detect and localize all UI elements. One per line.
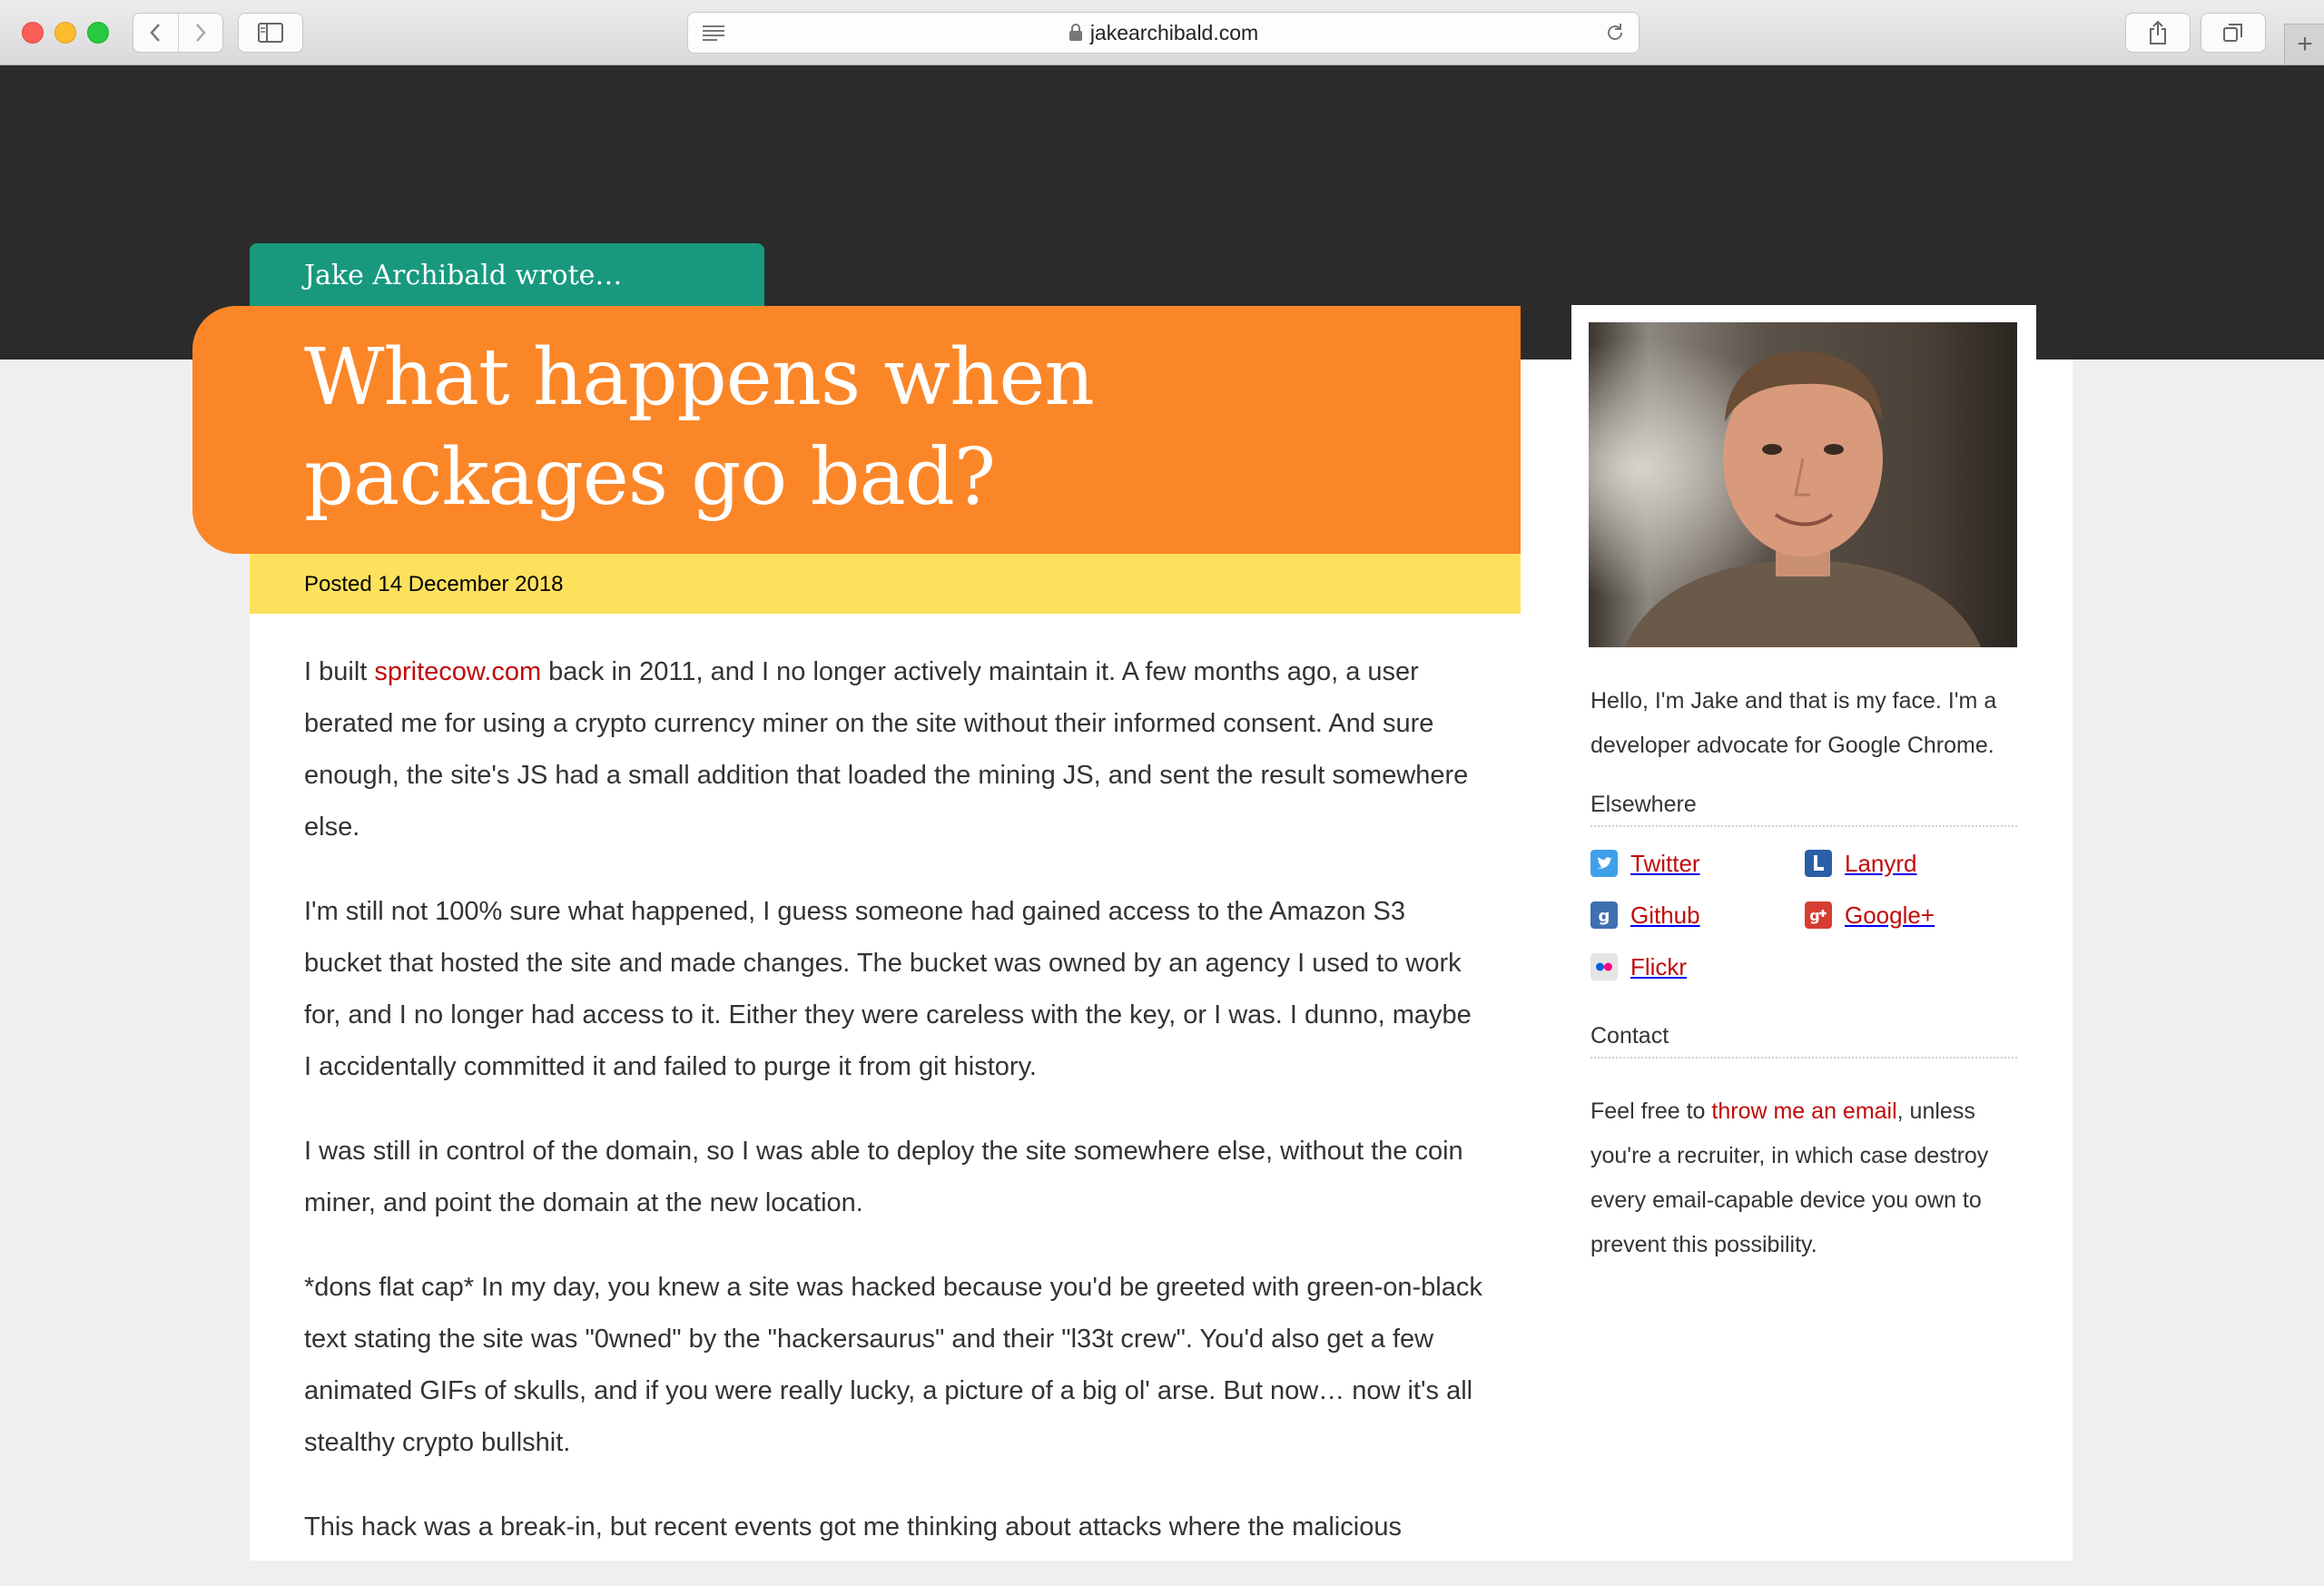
article-body: I built spritecow.com back in 2011, and … bbox=[304, 646, 1484, 1586]
paragraph-3: I was still in control of the domain, so… bbox=[304, 1137, 1463, 1217]
paragraph-1-text-a: I built bbox=[304, 657, 375, 686]
author-tab: Jake Archibald wrote… bbox=[250, 243, 764, 307]
paragraph-5: This hack was a break-in, but recent eve… bbox=[304, 1512, 1402, 1542]
flickr-icon bbox=[1590, 953, 1618, 980]
address-bar[interactable]: jakearchibald.com bbox=[687, 12, 1640, 54]
social-links: Twitter Lanyrd g Github g Google+ Flickr bbox=[1590, 847, 2017, 983]
window-minimize-button[interactable] bbox=[54, 22, 76, 44]
url-text: jakearchibald.com bbox=[1089, 20, 1259, 44]
lanyrd-icon bbox=[1805, 850, 1832, 877]
portrait-illustration bbox=[1589, 322, 2017, 647]
google-plus-icon: g bbox=[1805, 901, 1832, 929]
show-tabs-button[interactable] bbox=[2201, 13, 2266, 53]
post-date-strip: Posted 14 December 2018 bbox=[250, 554, 1521, 614]
flickr-label: Flickr bbox=[1630, 952, 1688, 980]
contact-text: Feel free to throw me an email, unless y… bbox=[1590, 1089, 2017, 1267]
sidebar: Hello, I'm Jake and that is my face. I'm… bbox=[1590, 679, 2017, 1267]
post-title-box: What happens when packages go bad? bbox=[192, 306, 1521, 554]
window-close-button[interactable] bbox=[22, 22, 44, 44]
elsewhere-heading: Elsewhere bbox=[1590, 792, 2017, 827]
github-icon: g bbox=[1590, 901, 1618, 929]
paragraph-2: I'm still not 100% sure what happened, I… bbox=[304, 897, 1472, 1081]
lanyrd-link[interactable]: Lanyrd bbox=[1805, 847, 2019, 880]
author-photo bbox=[1589, 322, 2017, 647]
navigation-buttons bbox=[133, 13, 223, 53]
chevron-left-icon bbox=[150, 24, 161, 42]
twitter-label: Twitter bbox=[1630, 849, 1700, 877]
author-bio: Hello, I'm Jake and that is my face. I'm… bbox=[1590, 688, 1997, 758]
author-tab-text: Jake Archibald wrote… bbox=[304, 260, 623, 291]
github-label: Github bbox=[1630, 901, 1700, 929]
twitter-link[interactable]: Twitter bbox=[1590, 847, 1805, 880]
lock-icon bbox=[1068, 24, 1082, 41]
reload-icon[interactable] bbox=[1604, 22, 1626, 44]
new-tab-button[interactable]: + bbox=[2284, 24, 2324, 64]
post-title-line-1: What happens when bbox=[304, 332, 1095, 423]
window-zoom-button[interactable] bbox=[87, 22, 109, 44]
author-photo-frame bbox=[1571, 305, 2036, 661]
google-plus-label: Google+ bbox=[1845, 901, 1935, 929]
share-icon bbox=[2150, 20, 2166, 44]
plus-icon: + bbox=[2297, 29, 2313, 59]
tabs-overview-icon bbox=[2223, 24, 2242, 42]
flickr-link[interactable]: Flickr bbox=[1590, 951, 1805, 983]
svg-text:g: g bbox=[1809, 907, 1819, 924]
contact-heading: Contact bbox=[1590, 1023, 2017, 1059]
sidebar-icon bbox=[258, 23, 283, 43]
twitter-icon bbox=[1590, 850, 1618, 877]
post-title: What happens when packages go bad? bbox=[304, 328, 1095, 527]
paragraph-4: *dons flat cap* In my day, you knew a si… bbox=[304, 1273, 1482, 1457]
post-title-line-2: packages go bad? bbox=[304, 432, 996, 523]
google-plus-link[interactable]: g Google+ bbox=[1805, 899, 2019, 931]
contact-text-a: Feel free to bbox=[1590, 1098, 1712, 1124]
spritecow-link[interactable]: spritecow.com bbox=[374, 657, 541, 686]
github-link[interactable]: g Github bbox=[1590, 899, 1805, 931]
chevron-right-icon bbox=[195, 24, 206, 42]
browser-toolbar: jakearchibald.com + bbox=[0, 0, 2324, 65]
svg-text:g: g bbox=[1599, 907, 1610, 926]
forward-button[interactable] bbox=[177, 14, 223, 52]
post-date: Posted 14 December 2018 bbox=[304, 572, 564, 596]
lanyrd-label: Lanyrd bbox=[1845, 849, 1917, 877]
share-button[interactable] bbox=[2125, 13, 2191, 53]
sidebar-toggle-button[interactable] bbox=[238, 13, 303, 53]
back-button[interactable] bbox=[133, 14, 178, 52]
email-link[interactable]: throw me an email bbox=[1711, 1098, 1896, 1124]
paragraph-1: I built spritecow.com back in 2011, and … bbox=[304, 646, 1484, 853]
